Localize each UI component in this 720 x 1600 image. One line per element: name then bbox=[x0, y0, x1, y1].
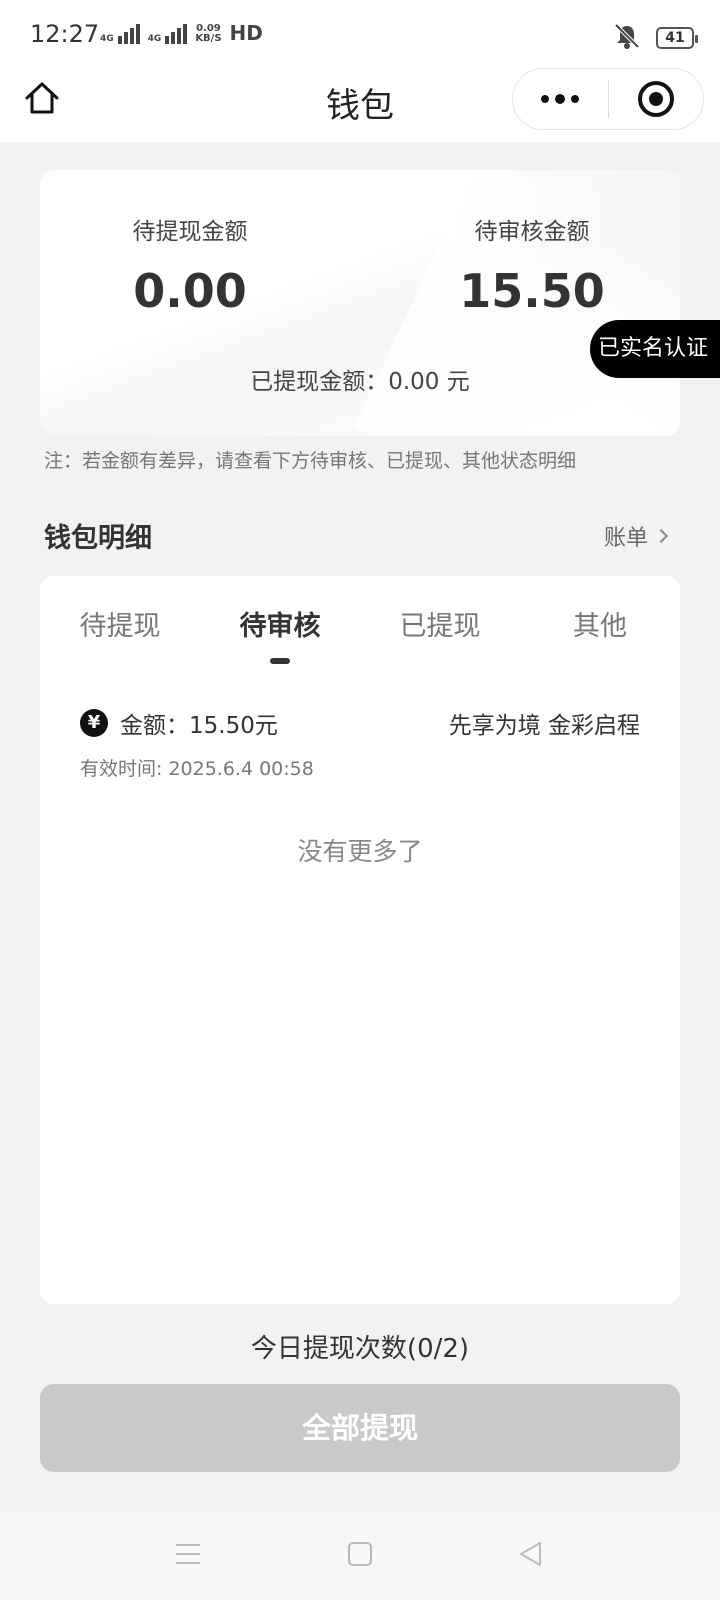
withdrawn-amount: 已提现金额：0.00 元 bbox=[250, 369, 470, 395]
active-tab-indicator bbox=[270, 658, 290, 664]
tab-other[interactable]: 其他 bbox=[520, 604, 680, 643]
tab-withdrawn[interactable]: 已提现 bbox=[360, 604, 520, 643]
menu-icon bbox=[174, 1542, 202, 1570]
yen-icon: ¥ bbox=[80, 709, 108, 737]
close-button[interactable] bbox=[609, 81, 704, 117]
network-status: 4G 4G 0.09 KB/S HD bbox=[100, 22, 263, 44]
section-title: 钱包明细 bbox=[44, 523, 152, 554]
mute-bell-icon bbox=[612, 22, 642, 54]
pending-withdraw-label: 待提现金额 bbox=[132, 219, 248, 245]
back-button[interactable] bbox=[512, 1538, 548, 1574]
hd-indicator: HD bbox=[229, 21, 263, 45]
battery-icon: 41 bbox=[656, 27, 698, 49]
status-time: 12:27 bbox=[30, 20, 100, 48]
record-amount: 金额：15.50元 bbox=[120, 713, 278, 739]
tab-pending-withdraw[interactable]: 待提现 bbox=[40, 604, 200, 643]
system-nav-bar bbox=[0, 1512, 720, 1600]
balance-note: 注：若金额有差异，请查看下方待审核、已提现、其他状态明细 bbox=[44, 450, 577, 472]
mini-program-capsule bbox=[512, 68, 704, 130]
wallet-detail-card: 待提现 待审核 已提现 其他 ¥ 金额：15.50元 先享为境 金彩启程 有效时… bbox=[40, 576, 680, 1304]
record-description: 先享为境 金彩启程 bbox=[448, 713, 640, 739]
tab-pending-review[interactable]: 待审核 bbox=[200, 604, 360, 643]
bill-link-label: 账单 bbox=[603, 526, 648, 551]
withdraw-all-button[interactable]: 全部提现 bbox=[40, 1384, 680, 1472]
pending-withdraw-block: 待提现金额 0.00 bbox=[70, 212, 310, 318]
pending-review-label: 待审核金额 bbox=[474, 219, 590, 245]
menu-button[interactable] bbox=[170, 1538, 206, 1574]
daily-withdraw-count: 今日提现次数(0/2) bbox=[250, 1334, 470, 1364]
bill-link[interactable]: 账单 bbox=[603, 520, 669, 552]
record-valid-time: 有效时间: 2025.6.4 00:58 bbox=[80, 758, 314, 780]
home-nav-button[interactable] bbox=[342, 1538, 378, 1574]
no-more-text: 没有更多了 bbox=[297, 837, 423, 866]
pending-review-block: 待审核金额 15.50 bbox=[412, 212, 652, 318]
chevron-right-icon bbox=[653, 528, 669, 544]
signal-icon: 4G bbox=[100, 22, 140, 44]
signal-icon-2: 4G bbox=[148, 22, 188, 44]
verified-badge[interactable]: 已实名认证 bbox=[590, 320, 720, 378]
back-triangle-icon bbox=[517, 1540, 543, 1572]
status-tabs: 待提现 待审核 已提现 其他 bbox=[40, 604, 680, 664]
pending-review-value: 15.50 bbox=[459, 264, 605, 318]
status-bar: 12:27 4G 4G 0.09 KB/S HD 41 bbox=[0, 0, 720, 72]
list-item: ¥ 金额：15.50元 先享为境 金彩启程 有效时间: 2025.6.4 00:… bbox=[80, 706, 640, 781]
status-right: 41 bbox=[612, 22, 698, 54]
pending-withdraw-value: 0.00 bbox=[133, 264, 247, 318]
more-button[interactable] bbox=[513, 94, 608, 104]
target-close-icon bbox=[637, 81, 674, 117]
network-speed: 0.09 KB/S bbox=[195, 23, 222, 44]
square-icon bbox=[347, 1541, 373, 1571]
nav-bar: 钱包 bbox=[0, 68, 720, 142]
balance-summary-card: 待提现金额 0.00 待审核金额 15.50 已提现金额：0.00 元 bbox=[40, 170, 680, 436]
